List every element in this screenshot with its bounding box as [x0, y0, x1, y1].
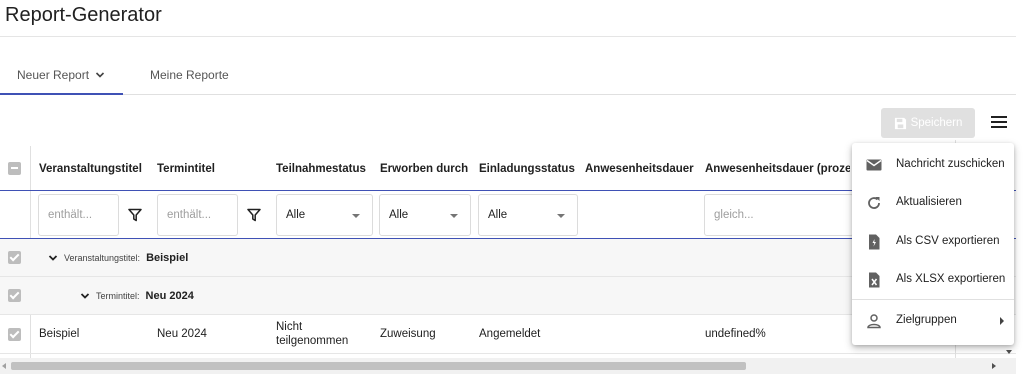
select-value: Alle: [389, 209, 409, 221]
select-value: Alle: [286, 209, 306, 221]
filter-input-veranstaltungstitel[interactable]: enthält...: [38, 194, 119, 236]
row-checkbox[interactable]: [8, 328, 21, 341]
cell-einladungsstatus: Angemeldet: [479, 328, 541, 340]
menu-item-label: Aktualisieren: [896, 196, 962, 208]
page-title: Report-Generator: [5, 4, 162, 26]
scroll-down-arrow[interactable]: [1006, 350, 1012, 354]
chevron-right-icon: [1000, 317, 1004, 325]
save-icon: [894, 117, 906, 129]
filter-icon[interactable]: [247, 208, 261, 222]
menu-item-csv-export[interactable]: Als CSV exportieren: [852, 222, 1014, 260]
horizontal-scrollbar[interactable]: [0, 358, 1016, 374]
cell-anwesenheitsdauer: [585, 314, 700, 354]
menu-divider: [852, 299, 1014, 300]
divider: [0, 36, 1016, 37]
actions-menu: Nachricht zuschicken Aktualisieren Als C…: [852, 143, 1014, 345]
column-header-einladungsstatus[interactable]: Einladungsstatus: [479, 146, 582, 191]
caret-down-icon: [450, 214, 458, 218]
filter-select-teilnahmestatus[interactable]: Alle: [276, 194, 373, 236]
column-header-erworben-durch[interactable]: Erworben durch: [380, 146, 475, 191]
scroll-left-arrow[interactable]: [2, 363, 6, 369]
scroll-right-arrow[interactable]: [992, 363, 996, 369]
person-icon: [867, 314, 881, 329]
column-header-termintitel[interactable]: Termintitel: [157, 146, 269, 191]
select-all-checkbox[interactable]: [8, 162, 21, 175]
group-label: Termintitel:: [96, 291, 140, 301]
select-value: Alle: [488, 209, 508, 221]
row-checkbox[interactable]: [8, 289, 21, 302]
csv-file-icon: [869, 234, 880, 250]
chevron-down-icon: [95, 72, 105, 78]
filter-input-termintitel[interactable]: enthält...: [157, 194, 238, 236]
filter-input-anwesenheitsdauer-prozentual[interactable]: gleich...: [704, 194, 854, 236]
caret-down-icon: [352, 214, 360, 218]
column-header-anwesenheitsdauer[interactable]: Anwesenheitsdauer: [585, 146, 700, 191]
menu-item-label: Nachricht zuschicken: [896, 158, 1005, 170]
tab-label: Neuer Report: [17, 68, 90, 82]
group-content: Veranstaltungstitel: Beispiel: [48, 239, 188, 277]
refresh-icon: [868, 197, 880, 209]
tab-neuer-report[interactable]: Neuer Report: [0, 56, 123, 95]
xlsx-file-icon: [869, 272, 880, 288]
tab-label: Meine Reporte: [150, 68, 229, 82]
caret-down-icon: [557, 214, 565, 218]
filter-select-erworben-durch[interactable]: Alle: [379, 194, 471, 236]
group-value: Beispiel: [146, 252, 189, 264]
row-checkbox[interactable]: [8, 251, 21, 264]
tab-meine-reporte[interactable]: Meine Reporte: [150, 56, 229, 94]
menu-item-label: Als CSV exportieren: [896, 235, 1000, 247]
menu-item-label: Als XLSX exportieren: [896, 273, 1006, 285]
menu-item-nachricht-zuschicken[interactable]: Nachricht zuschicken: [852, 145, 1014, 183]
menu-icon[interactable]: [991, 116, 1007, 130]
chevron-down-icon[interactable]: [80, 291, 90, 301]
chevron-down-icon[interactable]: [48, 253, 58, 263]
menu-item-xlsx-export[interactable]: Als XLSX exportieren: [852, 260, 1014, 298]
tab-bar: Neuer Report Meine Reporte: [0, 56, 1016, 95]
column-header-teilnahmestatus[interactable]: Teilnahmestatus: [276, 146, 376, 191]
group-label: Veranstaltungstitel:: [64, 253, 141, 263]
menu-item-aktualisieren[interactable]: Aktualisieren: [852, 183, 1014, 221]
cell-erworben-durch: Zuweisung: [380, 328, 436, 340]
cell-veranstaltungstitel: Beispiel: [39, 328, 80, 340]
cell-termintitel: Neu 2024: [157, 328, 207, 340]
cell-teilnahmestatus: Nicht teilgenommen: [276, 321, 349, 347]
menu-item-label: Zielgruppen: [896, 314, 957, 326]
column-header-anwesenheitsdauer-prozentual[interactable]: Anwesenheitsdauer (prozentual): [705, 146, 850, 191]
column-header-veranstaltungstitel[interactable]: Veranstaltungstitel: [39, 146, 151, 191]
filter-icon[interactable]: [128, 208, 142, 222]
save-button[interactable]: Speichern: [881, 108, 975, 138]
group-content: Termintitel: Neu 2024: [80, 277, 194, 315]
save-label: Speichern: [910, 117, 963, 129]
menu-item-zielgruppen[interactable]: Zielgruppen: [852, 301, 1014, 339]
scrollbar-thumb[interactable]: [11, 362, 746, 370]
group-value: Neu 2024: [145, 290, 194, 302]
cell-anwesenheitsdauer-prozentual: undefined%: [705, 328, 766, 340]
mail-icon: [866, 159, 882, 171]
filter-select-einladungsstatus[interactable]: Alle: [478, 194, 578, 236]
